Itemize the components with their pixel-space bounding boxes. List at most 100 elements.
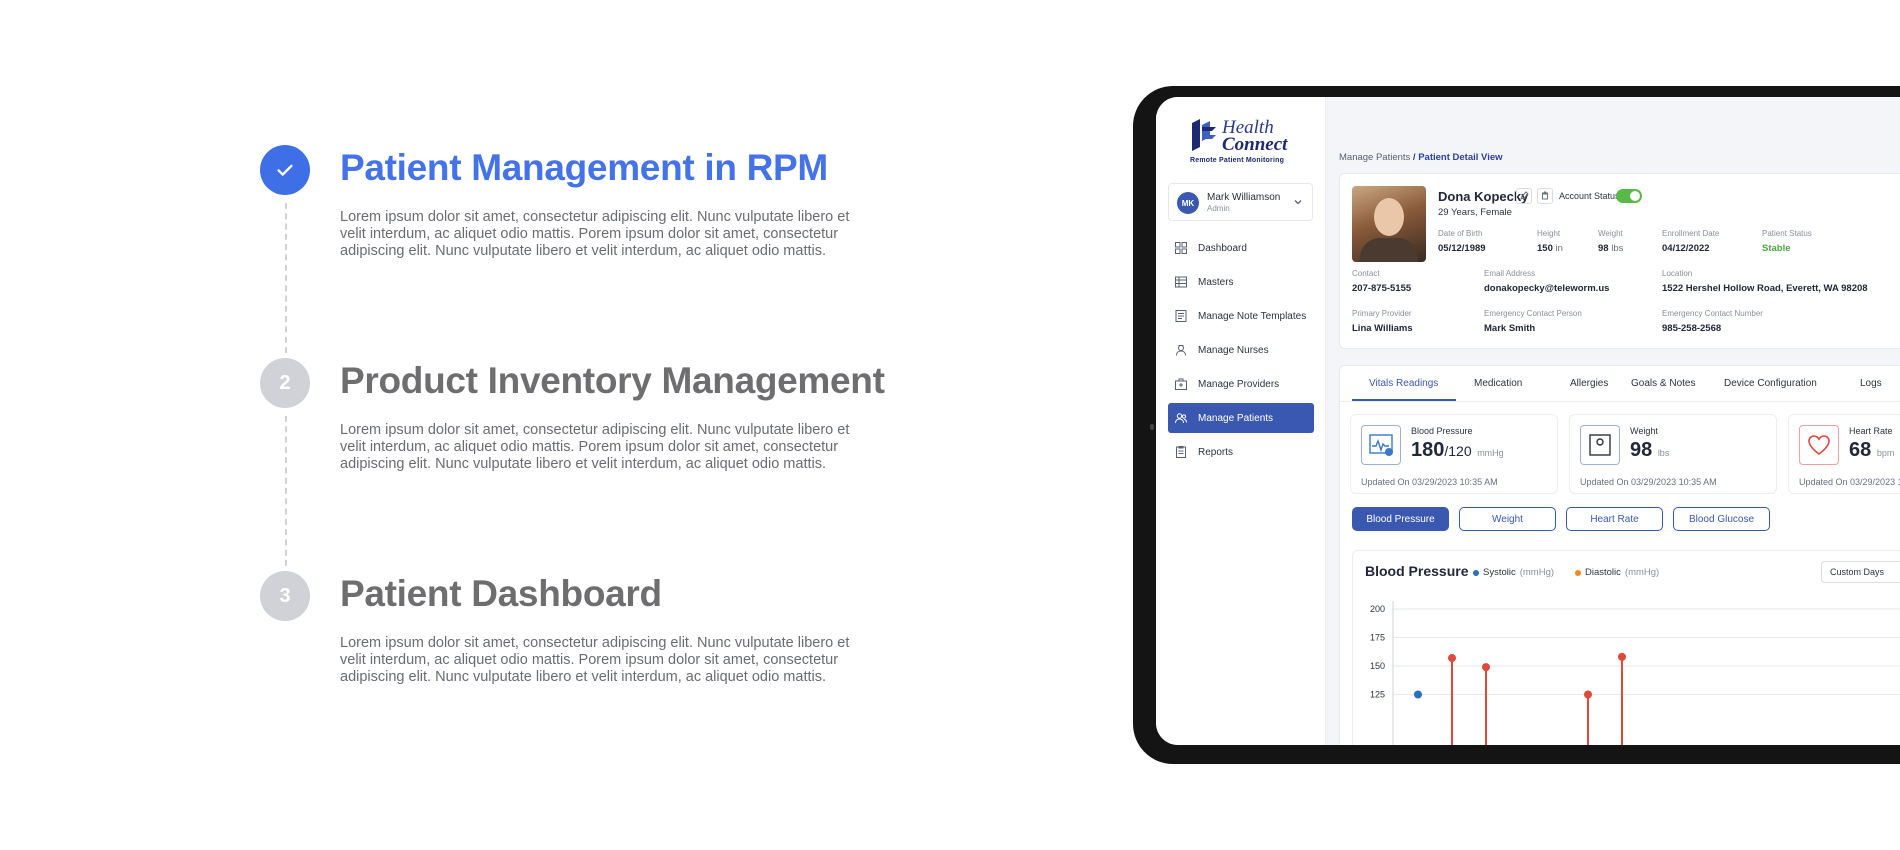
patient-photo [1352,186,1426,262]
contact-label: Contact [1352,269,1380,278]
step-3-description: Lorem ipsum dolor sit amet, consectetur … [340,635,850,685]
height-value: 150 in [1537,243,1563,254]
main-content: Manage Patients / Patient Detail View Do… [1327,97,1900,745]
sidebar-item-reports[interactable]: Reports [1168,437,1314,467]
blood-pressure-icon [1361,425,1401,465]
tab-logs[interactable]: Logs [1860,378,1882,389]
data-point[interactable] [1414,690,1422,699]
patient-status-label: Patient Status [1762,229,1812,238]
legend-diastolic: Diastolic (mmHg) [1575,567,1659,578]
location-value: 1522 Hershel Hollow Road, Everett, WA 98… [1662,283,1868,294]
step-2-title: Product Inventory Management [340,360,885,401]
breadcrumb-current: Patient Detail View [1418,152,1503,163]
step-1-title: Patient Management in RPM [340,147,828,188]
tab-allergies[interactable]: Allergies [1570,378,1608,389]
check-icon [277,164,293,176]
vital-tile-heart-rate[interactable]: Heart Rate 68 bpm Updated On 03/29/2023 … [1788,414,1900,494]
contact-value: 207-875-5155 [1352,283,1412,294]
sidebar-item-label: Manage Patients [1198,412,1274,424]
delete-button[interactable] [1537,188,1553,204]
trash-icon [1542,191,1548,200]
sidebar-item-providers[interactable]: Manage Providers [1168,369,1314,399]
tab-vitals-readings[interactable]: Vitals Readings [1369,378,1438,389]
sidebar-item-label: Masters [1198,276,1234,288]
data-point[interactable] [1584,690,1592,699]
nurse-icon [1176,345,1186,356]
sidebar-item-label: Dashboard [1198,242,1247,254]
enrollment-label: Enrollment Date [1662,229,1720,238]
filter-heart-rate-button[interactable]: Heart Rate [1566,507,1663,531]
emergency-number-label: Emergency Contact Number [1662,309,1763,318]
vitals-card: Vitals Readings Medication Allergies Goa… [1339,365,1900,745]
sidebar: Health Connect Remote Patient Monitoring… [1156,97,1326,745]
account-status-toggle[interactable] [1616,189,1642,203]
table-icon [1175,276,1187,288]
dob-value: 05/12/1989 [1438,243,1486,254]
tab-goals-notes[interactable]: Goals & Notes [1631,378,1695,389]
report-icon [1176,446,1186,458]
sidebar-item-label: Manage Providers [1198,378,1280,390]
patient-info-card: Dona Kopecky 29 Years, Female Account St… [1339,173,1900,349]
step-connector [285,203,287,353]
dob-label: Date of Birth [1438,229,1483,238]
legend-systolic: Systolic (mmHg) [1473,567,1554,578]
vital-tile-weight[interactable]: Weight 98 lbs Updated On 03/29/2023 10:3… [1569,414,1777,494]
vital-name: Blood Pressure [1411,426,1473,436]
tablet-side-button [1150,424,1154,430]
weight-label: Weight [1598,229,1623,238]
step-2-description: Lorem ipsum dolor sit amet, consectetur … [340,422,850,472]
pencil-icon [1520,191,1529,200]
chart-title: Blood Pressure [1365,563,1469,579]
vital-value: 180/120 mmHg [1411,439,1504,461]
logo-tagline: Remote Patient Monitoring [1190,157,1285,164]
vital-value: 68 bpm [1849,439,1895,461]
vital-updated-time: Updated On 03/29/2023 10:35 AM [1580,477,1717,487]
y-tick-label: 150 [1370,661,1385,671]
health-connect-logo[interactable]: Health Connect Remote Patient Monitoring [1190,117,1300,167]
grid-icon [1175,242,1187,254]
patient-name: Dona Kopecky [1438,189,1529,204]
step-1-check-circle [260,145,310,195]
weight-scale-icon [1580,425,1620,465]
step-connector [285,416,287,566]
sidebar-item-masters[interactable]: Masters [1168,267,1314,297]
breadcrumb: Manage Patients / Patient Detail View [1339,152,1503,163]
filter-blood-pressure-button[interactable]: Blood Pressure [1352,507,1449,531]
enrollment-value: 04/12/2022 [1662,243,1710,254]
data-point[interactable] [1482,663,1490,672]
y-tick-label: 125 [1370,690,1385,700]
filter-weight-button[interactable]: Weight [1459,507,1556,531]
sidebar-item-patients[interactable]: Manage Patients [1168,403,1314,433]
sidebar-item-nurses[interactable]: Manage Nurses [1168,335,1314,365]
edit-button[interactable] [1516,188,1532,204]
y-tick-label: 200 [1370,604,1385,614]
step-3-number: 3 [260,571,310,621]
sidebar-item-label: Manage Nurses [1198,344,1269,356]
breadcrumb-parent[interactable]: Manage Patients [1339,152,1410,163]
vital-name: Weight [1630,426,1658,436]
emergency-person-label: Emergency Contact Person [1484,309,1582,318]
custom-days-select[interactable]: Custom Days [1821,561,1900,583]
sidebar-item-note-templates[interactable]: Manage Note Templates [1168,301,1314,331]
data-point[interactable] [1618,652,1626,661]
account-status-label: Account Status: [1559,191,1623,201]
logo-text-connect: Connect [1222,134,1288,155]
sidebar-item-label: Reports [1198,446,1234,458]
sidebar-item-dashboard[interactable]: Dashboard [1168,233,1314,263]
chart-plot: 200 175 150 125 [1370,601,1900,745]
blood-pressure-chart: Blood Pressure Systolic (mmHg) Diastolic(… [1352,550,1900,745]
vital-tile-blood-pressure[interactable]: Blood Pressure 180/120 mmHg Updated On 0… [1350,414,1558,494]
tab-device-configuration[interactable]: Device Configuration [1724,378,1817,389]
tab-medication[interactable]: Medication [1474,378,1522,389]
patient-status-value: Stable [1762,243,1791,254]
data-point[interactable] [1448,654,1456,663]
email-value: donakopecky@teleworm.us [1484,283,1610,294]
y-tick-label: 175 [1370,633,1385,643]
vital-updated-time: Updated On 03/29/2023 10:35 AM [1361,477,1498,487]
heart-icon [1799,425,1839,465]
user-menu[interactable]: MK Mark Williamson Admin [1168,183,1313,221]
logo-mark-icon [1192,119,1216,151]
provider-icon [1175,378,1187,390]
filter-blood-glucose-button[interactable]: Blood Glucose [1673,507,1770,531]
chevron-down-icon [1294,200,1302,205]
